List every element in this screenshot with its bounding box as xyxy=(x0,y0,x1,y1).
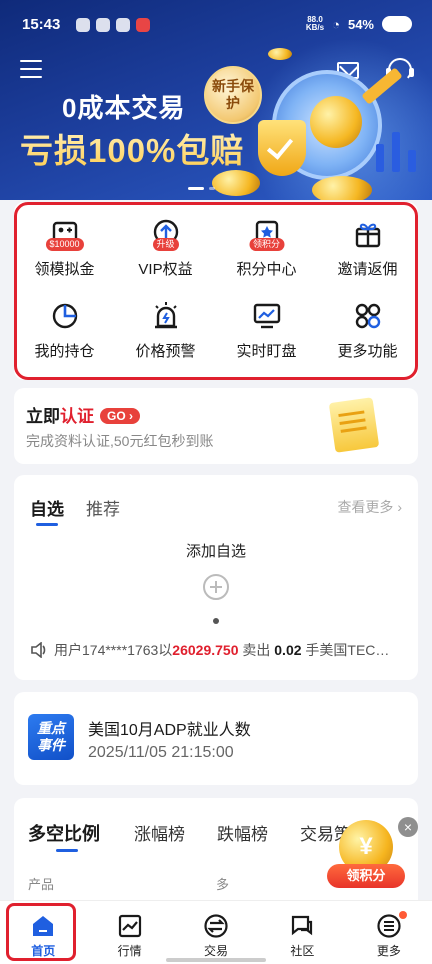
banner-title: 0成本交易 xyxy=(62,93,186,123)
quick-item-label: 价格预警 xyxy=(135,343,196,360)
claim-points-float[interactable]: ¥ 领积分 xyxy=(325,820,407,896)
quick-item-invite[interactable]: 邀请返佣 xyxy=(317,210,418,292)
quick-item-label: VIP权益 xyxy=(138,261,193,278)
wifi-icon: ◔ xyxy=(332,16,340,32)
gift-icon xyxy=(352,218,384,250)
candlestick-illustration xyxy=(376,144,384,172)
nav-label: 首页 xyxy=(31,944,56,958)
document-scroll-icon xyxy=(320,394,388,454)
go-button[interactable]: GO › xyxy=(100,408,141,424)
nav-label: 交易 xyxy=(204,944,229,958)
banner-subtitle: 亏损100%包赔 xyxy=(20,124,244,172)
speaker-icon xyxy=(31,642,46,658)
see-more-link[interactable]: 查看更多 › xyxy=(337,497,402,517)
quick-item-tag: 领积分 xyxy=(248,238,285,251)
quick-item-label: 更多功能 xyxy=(337,343,398,360)
quick-item-simulated-funds[interactable]: $10000 领模拟金 xyxy=(14,210,115,292)
tab-recommended[interactable]: 推荐 xyxy=(86,495,120,520)
quick-item-more-functions[interactable]: 更多功能 xyxy=(317,292,418,374)
candlestick-illustration xyxy=(392,132,400,172)
coin-illustration xyxy=(312,176,372,200)
tab-top-gainers[interactable]: 涨幅榜 xyxy=(134,820,185,845)
verification-card[interactable]: 立即认证 GO › 完成资料认证,50元红包秒到账 xyxy=(14,388,418,464)
nav-label: 社区 xyxy=(290,944,315,958)
quick-item-label: 实时盯盘 xyxy=(236,343,297,360)
more-menu-icon xyxy=(377,914,401,938)
points-icon: 领积分 xyxy=(248,218,285,251)
shield-check-icon xyxy=(258,120,306,176)
battery-percent: 54% xyxy=(347,16,374,32)
quick-item-tag: 升级 xyxy=(152,238,179,251)
verification-title: 立即认证 GO › xyxy=(26,402,141,427)
grid-icon xyxy=(352,300,384,332)
nav-home[interactable]: 首页 xyxy=(0,901,86,964)
tab-underline xyxy=(36,523,58,526)
quick-item-tag: $10000 xyxy=(45,238,84,251)
nav-more[interactable]: 更多 xyxy=(346,901,432,964)
trade-exchange-icon xyxy=(204,914,228,938)
close-icon[interactable]: × xyxy=(398,817,418,837)
key-event-badge: 重点 事件 xyxy=(28,714,74,760)
network-speed: 88.0 KB/s xyxy=(305,15,325,32)
quick-menu-grid: $10000 领模拟金 升级 VIP权益 领积分 积分中心 邀请返佣 我的持仓 … xyxy=(14,210,418,374)
notification-icons xyxy=(76,18,150,32)
claim-points-label: 领积分 xyxy=(327,864,405,888)
battery-icon xyxy=(382,16,412,32)
watchlist-card: 自选 推荐 查看更多 › 添加自选 用户174****1763以 26029.75… xyxy=(14,475,418,680)
add-watchlist-button[interactable] xyxy=(203,574,229,600)
banner-pager xyxy=(188,187,215,190)
alarm-icon xyxy=(150,300,182,332)
nav-market[interactable]: 行情 xyxy=(86,901,172,964)
quick-item-price-alert[interactable]: 价格预警 xyxy=(115,292,216,374)
quick-item-live-monitor[interactable]: 实时盯盘 xyxy=(216,292,317,374)
tab-long-short-ratio[interactable]: 多空比例 xyxy=(28,820,100,846)
newbie-protection-badge: 新手保护 xyxy=(204,66,262,124)
community-chat-icon xyxy=(292,915,313,936)
hamburger-menu-icon[interactable] xyxy=(20,60,42,80)
gesture-bar xyxy=(166,958,266,962)
status-bar: 15:43 88.0 KB/s ◔ 54% xyxy=(0,0,432,50)
verification-description: 完成资料认证,50元红包秒到账 xyxy=(26,433,214,449)
quick-item-points[interactable]: 领积分 积分中心 xyxy=(216,210,317,292)
tab-top-losers[interactable]: 跌幅榜 xyxy=(217,820,268,845)
nav-community[interactable]: 社区 xyxy=(259,901,345,964)
simulated-funds-icon: $10000 xyxy=(45,218,84,251)
quick-item-label: 我的持仓 xyxy=(34,343,95,360)
column-product: 产品 xyxy=(28,877,55,892)
nav-trade[interactable]: 交易 xyxy=(173,901,259,964)
home-icon xyxy=(33,916,54,936)
quick-item-label: 邀请返佣 xyxy=(337,261,398,278)
bottom-nav: 首页 行情 交易 社区 更多 xyxy=(0,900,432,964)
market-chart-icon xyxy=(118,914,141,938)
tab-underline xyxy=(56,849,78,852)
status-time: 15:43 xyxy=(22,16,61,33)
add-watchlist-label: 添加自选 xyxy=(185,543,246,560)
event-title: 美国10月ADP就业人数 xyxy=(88,722,251,739)
pager-dot xyxy=(213,618,219,624)
coin-illustration xyxy=(310,96,362,148)
vip-arrow-icon: 升级 xyxy=(150,218,182,251)
column-long: 多 xyxy=(216,877,230,892)
candlestick-illustration xyxy=(408,150,416,172)
promo-banner[interactable]: 15:43 88.0 KB/s ◔ 54% 0成本交易 亏损100%包赔 新手保护 xyxy=(0,0,432,200)
coin-illustration xyxy=(212,170,260,196)
nav-label: 行情 xyxy=(117,944,142,958)
quick-item-label: 领模拟金 xyxy=(34,261,95,278)
tab-watchlist[interactable]: 自选 xyxy=(30,495,64,520)
status-right: 88.0 KB/s ◔ 54% xyxy=(306,16,412,32)
nav-label: 更多 xyxy=(376,944,401,958)
pie-chart-icon xyxy=(49,300,81,332)
quick-item-label: 积分中心 xyxy=(236,261,297,278)
notification-dot xyxy=(399,911,407,919)
quick-item-positions[interactable]: 我的持仓 xyxy=(14,292,115,374)
key-event-card[interactable]: 重点 事件 美国10月ADP就业人数 2025/11/05 21:15:00 xyxy=(14,692,418,785)
monitor-icon xyxy=(251,300,283,332)
event-time: 2025/11/05 21:15:00 xyxy=(88,744,234,761)
quick-item-vip[interactable]: 升级 VIP权益 xyxy=(115,210,216,292)
trade-ticker: 用户174****1763以 26029.750 卖出 0.02 手美国TEC… xyxy=(30,640,410,660)
coin-illustration xyxy=(268,48,292,60)
